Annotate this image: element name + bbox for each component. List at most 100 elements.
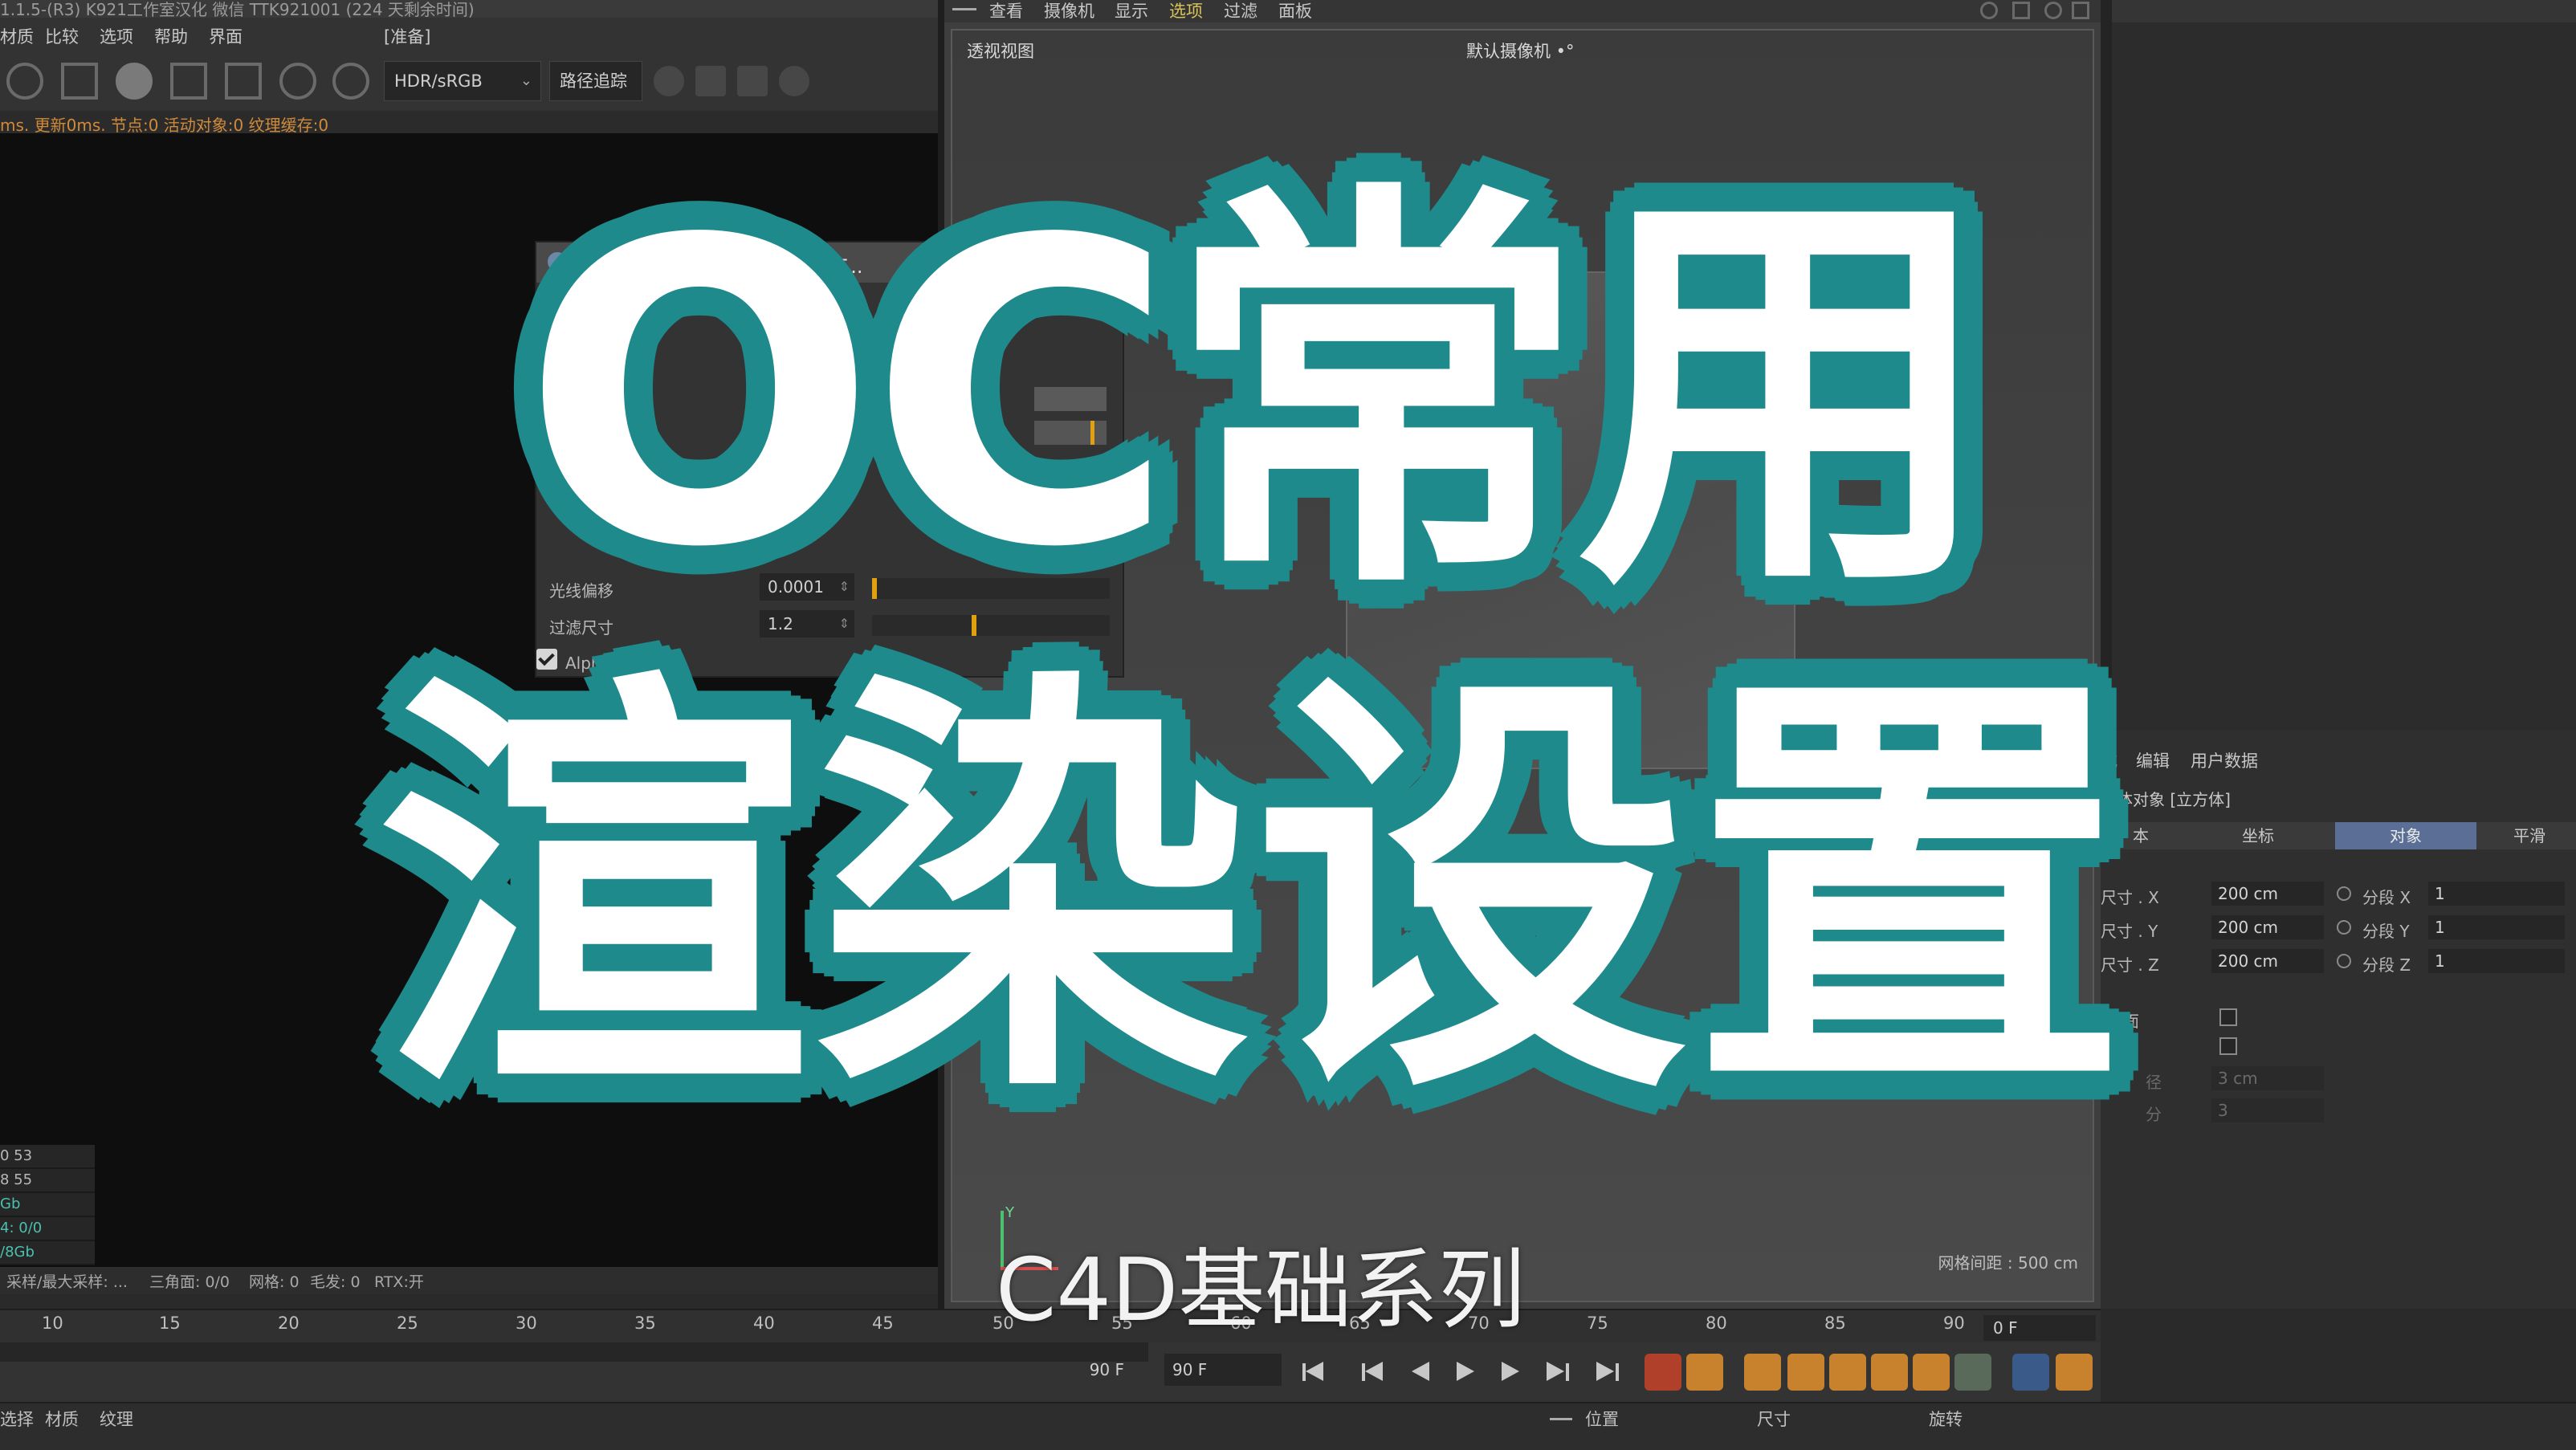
- settings-gear-icon[interactable]: [6, 63, 43, 100]
- axis-y-label: Y: [1005, 1204, 1014, 1221]
- tab-textures[interactable]: 纹理: [100, 1407, 133, 1431]
- hamburger-icon[interactable]: [1550, 1418, 1572, 1420]
- fillet-radius-label: 径: [2146, 1073, 2162, 1092]
- move-view-icon[interactable]: [1980, 2, 1998, 19]
- hair-stat: 毛发: 0: [310, 1273, 361, 1291]
- record-icon[interactable]: [1645, 1354, 1681, 1391]
- object-manager-header: [2101, 0, 2576, 22]
- autokey-icon[interactable]: [1686, 1354, 1723, 1391]
- rotate-view-icon[interactable]: [2044, 2, 2062, 19]
- key-rotation-icon[interactable]: [1871, 1354, 1908, 1391]
- anim-key-icon[interactable]: [2337, 920, 2351, 935]
- tick-label: 10: [42, 1314, 63, 1333]
- disabled-tool-icon: [779, 66, 809, 96]
- attr-menu-edit[interactable]: 编辑: [2136, 748, 2170, 772]
- prev-frame-button[interactable]: [1405, 1358, 1433, 1384]
- viewport-menu-camera[interactable]: 摄像机: [1044, 0, 1094, 22]
- viewport-menu-display[interactable]: 显示: [1115, 0, 1148, 22]
- kernel-select[interactable]: 路径追踪: [549, 61, 642, 101]
- viewport-menu-options[interactable]: 选项: [1169, 0, 1203, 22]
- seg-z-field[interactable]: 1: [2428, 949, 2565, 973]
- separate-surfaces-checkbox[interactable]: [2219, 1008, 2237, 1026]
- tick-label: 75: [1587, 1314, 1608, 1333]
- attribute-manager-panel: 式 编辑 用户数据 方体对象 [立方体] 本 坐标 对象 平滑 尺寸 . X 2…: [2101, 731, 2576, 1309]
- color-space-select[interactable]: HDR/sRGB ⌄: [384, 61, 541, 101]
- chevron-down-icon: ⌄: [520, 72, 532, 89]
- tab-object[interactable]: 对象: [2335, 822, 2476, 849]
- zoom-view-icon[interactable]: [2012, 2, 2030, 19]
- material-pick-icon[interactable]: [332, 63, 369, 100]
- seg-x-field[interactable]: 1: [2428, 882, 2565, 906]
- sphere-icon[interactable]: [116, 63, 153, 100]
- fillet-subdivision-label: 分: [2146, 1105, 2162, 1124]
- timeline-track[interactable]: [0, 1342, 1148, 1362]
- stat-row: 8 55: [0, 1169, 95, 1193]
- triangles-stat: 三角面: 0/0: [149, 1273, 230, 1291]
- fillet-radius-field: 3 cm: [2211, 1066, 2324, 1090]
- key-pla-icon[interactable]: [1954, 1354, 1991, 1391]
- tab-smoothing[interactable]: 平滑: [2483, 822, 2576, 849]
- stat-row: /8Gb: [0, 1241, 95, 1265]
- current-frame-field[interactable]: 0 F: [1983, 1315, 2096, 1341]
- title-line-1: OC常用: [516, 152, 2001, 638]
- live-viewer-menubar: 材质 比较 选项 帮助 界面 [准备]: [0, 18, 938, 51]
- grid-spacing: 网格间距 : 500 cm: [1938, 1253, 2078, 1273]
- next-frame-button[interactable]: [1495, 1358, 1522, 1384]
- tick-label: 25: [397, 1314, 418, 1333]
- tab-materials[interactable]: 材质: [45, 1407, 79, 1431]
- title-line-2: 渲染设置: [371, 641, 2133, 1145]
- tick-label: 80: [1706, 1314, 1727, 1333]
- go-to-start-button[interactable]: [1299, 1358, 1327, 1384]
- hamburger-icon[interactable]: [952, 8, 976, 10]
- menu-options[interactable]: 选项: [100, 24, 133, 48]
- end-frame-field[interactable]: 90 F: [1164, 1354, 1282, 1386]
- key-param-icon[interactable]: [1913, 1354, 1950, 1391]
- viewport-menu-filter[interactable]: 过滤: [1224, 0, 1257, 22]
- menu-interface[interactable]: 界面: [209, 24, 243, 48]
- next-key-button[interactable]: [1540, 1358, 1569, 1384]
- tick-label: 90: [1943, 1314, 1965, 1333]
- samples-stat: 采样/最大采样: ...: [6, 1273, 128, 1291]
- panel-scrollbar[interactable]: [2101, 0, 2112, 731]
- tab-select[interactable]: 选择: [0, 1407, 34, 1431]
- seg-y-field[interactable]: 1: [2428, 915, 2565, 939]
- viewport-label: 透视视图: [967, 42, 1034, 61]
- size-x-field[interactable]: 200 cm: [2211, 882, 2324, 906]
- film-icon[interactable]: [2056, 1354, 2093, 1391]
- stat-row: 0 53: [0, 1145, 95, 1169]
- rtx-stat: RTX:开: [374, 1273, 424, 1291]
- separate-surfaces-row: 表面: [2101, 1004, 2576, 1031]
- size-z-field[interactable]: 200 cm: [2211, 949, 2324, 973]
- viewport-menu-view[interactable]: 查看: [989, 0, 1023, 22]
- lock-icon[interactable]: [61, 63, 98, 100]
- viewport-menu-panel[interactable]: 面板: [1278, 0, 1312, 22]
- sound-icon[interactable]: [2012, 1354, 2049, 1391]
- attribute-menubar: 式 编辑 用户数据: [2101, 745, 2576, 774]
- seg-y-label: 分段 Y: [2362, 922, 2410, 941]
- size-y-field[interactable]: 200 cm: [2211, 915, 2324, 939]
- play-button[interactable]: [1450, 1358, 1478, 1384]
- tick-label: 45: [872, 1314, 894, 1333]
- go-to-end-button[interactable]: [1590, 1358, 1619, 1384]
- maximize-view-icon[interactable]: [2072, 2, 2089, 19]
- lower-managers-bar: 选择 材质 纹理 位置 尺寸 旋转: [0, 1402, 2576, 1450]
- prev-key-button[interactable]: [1359, 1358, 1386, 1384]
- menu-help[interactable]: 帮助: [154, 24, 188, 48]
- menu-compare[interactable]: 比较: [45, 24, 79, 48]
- anim-key-icon[interactable]: [2337, 954, 2351, 968]
- key-position-icon[interactable]: [1787, 1354, 1824, 1391]
- menu-material[interactable]: 材质: [0, 24, 34, 48]
- anim-key-icon[interactable]: [2337, 886, 2351, 901]
- add-region-icon[interactable]: [170, 63, 207, 100]
- attr-menu-userdata[interactable]: 用户数据: [2191, 748, 2258, 772]
- disabled-tool-icon: [695, 66, 726, 96]
- fillet-row: [2101, 1033, 2576, 1060]
- keyframe-select-icon[interactable]: [1744, 1354, 1781, 1391]
- playback-controls: 90 F 90 F: [0, 1342, 2101, 1402]
- focus-pick-icon[interactable]: [279, 63, 316, 100]
- stat-row: Gb: [0, 1193, 95, 1217]
- region-render-icon[interactable]: [225, 63, 262, 100]
- tab-coord[interactable]: 坐标: [2187, 822, 2329, 849]
- fillet-checkbox[interactable]: [2219, 1037, 2237, 1055]
- key-scale-icon[interactable]: [1829, 1354, 1866, 1391]
